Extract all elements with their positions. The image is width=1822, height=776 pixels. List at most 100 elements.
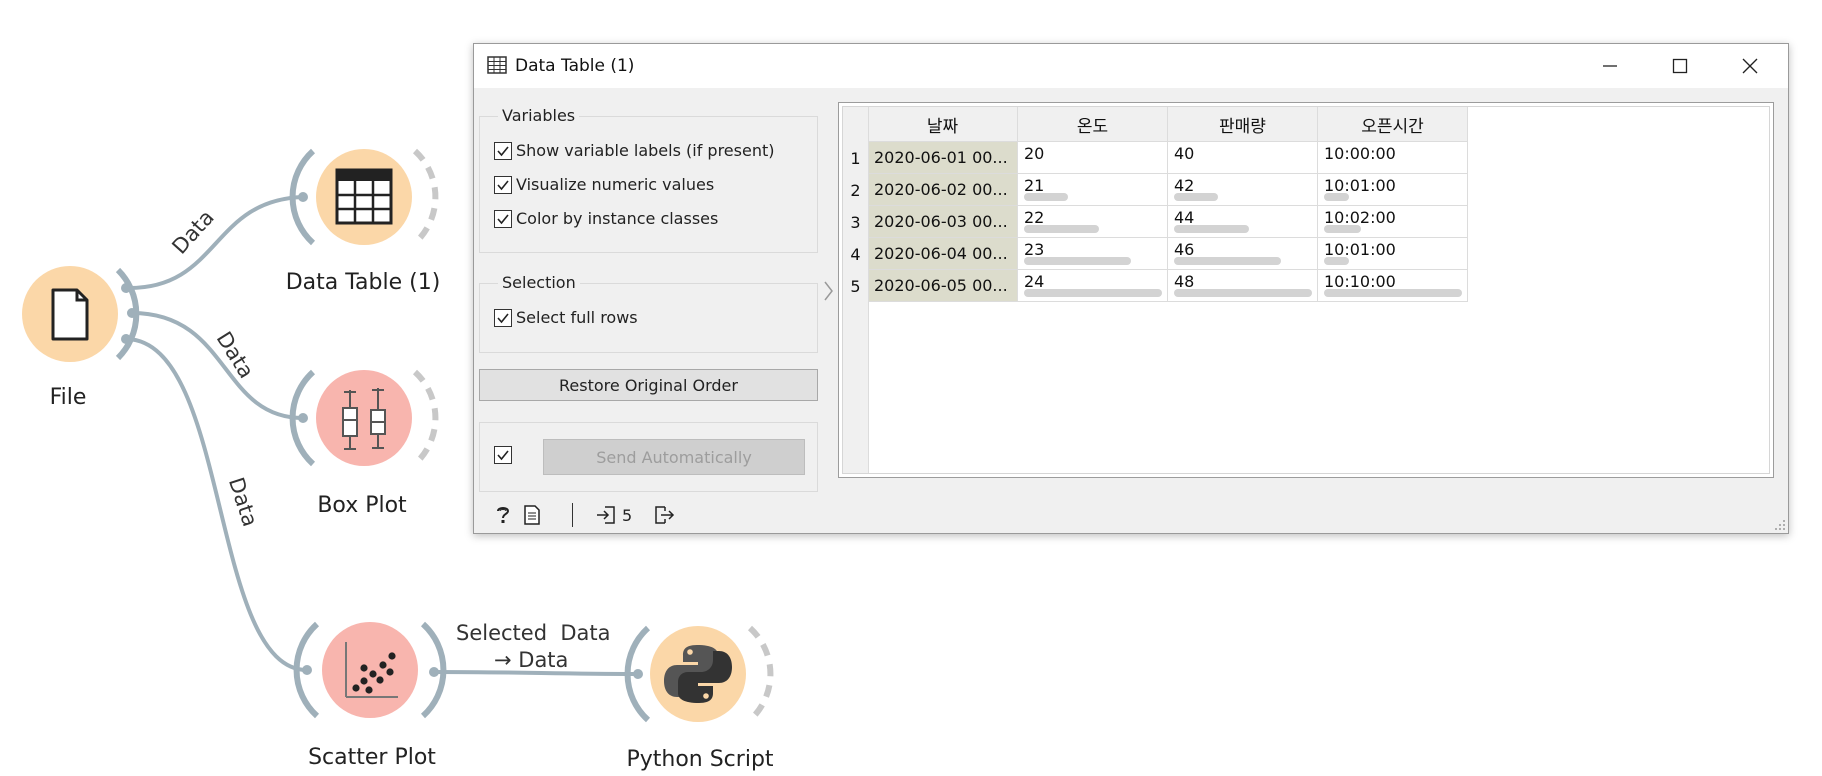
table-cell-temp[interactable]: 22: [1018, 206, 1168, 238]
input-count: 5: [622, 505, 633, 525]
table-cell-date[interactable]: 2020-06-03 00...: [868, 206, 1018, 238]
table-cell-sales[interactable]: 40: [1168, 142, 1318, 174]
checkmark-icon: [497, 312, 509, 323]
box-plot-node[interactable]: [289, 369, 439, 467]
cell-value: 20: [1024, 144, 1045, 163]
table-icon: [335, 168, 393, 225]
show-variable-labels-label: Show variable labels (if present): [516, 141, 775, 160]
minimize-button[interactable]: [1575, 44, 1645, 88]
visualize-numeric-values-label: Visualize numeric values: [516, 175, 715, 194]
send-automatically-button[interactable]: Send Automatically: [543, 439, 805, 475]
data-table-window[interactable]: Data Table (1) Variables Show variable l…: [473, 43, 1789, 534]
scatter-plot-node[interactable]: [293, 621, 447, 719]
table-cell-date[interactable]: 2020-06-04 00...: [868, 238, 1018, 270]
checkmark-icon: [497, 145, 509, 156]
box-plot-node-label: Box Plot: [317, 493, 407, 518]
column-header-temperature[interactable]: 온도: [1018, 107, 1168, 142]
help-button[interactable]: [494, 497, 512, 533]
close-button[interactable]: [1715, 44, 1785, 88]
row-header[interactable]: 1: [843, 142, 868, 174]
row-header[interactable]: 4: [843, 238, 868, 270]
window-titlebar[interactable]: Data Table (1): [474, 44, 1788, 88]
output-icon: [655, 506, 675, 524]
table-cell-date[interactable]: 2020-06-05 00...: [868, 270, 1018, 302]
table-cell-date[interactable]: 2020-06-02 00...: [868, 174, 1018, 206]
value-bar: [1024, 193, 1068, 201]
file-icon: [51, 288, 89, 341]
color-by-instance-classes-label: Color by instance classes: [516, 209, 719, 228]
python-script-node[interactable]: [624, 625, 774, 723]
visualize-numeric-values-checkbox[interactable]: Visualize numeric values: [494, 175, 714, 194]
table-cell-sales[interactable]: 46: [1168, 238, 1318, 270]
help-icon: [497, 507, 510, 523]
value-bar: [1324, 225, 1361, 233]
resize-grip-icon[interactable]: [1774, 519, 1786, 531]
table-cell-temp[interactable]: 20: [1018, 142, 1168, 174]
file-node[interactable]: [22, 266, 140, 362]
value-bar: [1174, 193, 1218, 201]
table-cell-open[interactable]: 10:00:00: [1318, 142, 1468, 174]
report-icon: [524, 505, 540, 525]
checkmark-icon: [497, 179, 509, 190]
cell-value: 40: [1174, 144, 1195, 163]
data-table-node[interactable]: [289, 148, 439, 246]
table-cell-temp[interactable]: 21: [1018, 174, 1168, 206]
checkbox-box[interactable]: [494, 308, 512, 327]
output-summary[interactable]: [654, 497, 676, 533]
color-by-instance-classes-checkbox[interactable]: Color by instance classes: [494, 209, 718, 228]
checkbox-box[interactable]: [494, 209, 512, 228]
value-bar: [1174, 257, 1281, 265]
checkmark-icon: [497, 213, 509, 224]
table-cell-temp[interactable]: 24: [1018, 270, 1168, 302]
data-table-node-label: Data Table (1): [285, 270, 441, 295]
row-header[interactable]: 5: [843, 270, 868, 302]
input-icon: [597, 506, 615, 524]
table-cell-open[interactable]: 10:02:00: [1318, 206, 1468, 238]
row-header-divider: [868, 107, 869, 473]
link-file-to-table: [125, 195, 304, 291]
table-cell-sales[interactable]: 44: [1168, 206, 1318, 238]
send-automatically-checkbox[interactable]: [494, 446, 512, 464]
maximize-icon: [1672, 58, 1688, 74]
table-cell-sales[interactable]: 48: [1168, 270, 1318, 302]
value-bar: [1024, 257, 1131, 265]
table-cell-temp[interactable]: 23: [1018, 238, 1168, 270]
splitter-chevron-icon[interactable]: [822, 280, 834, 302]
show-variable-labels-checkbox[interactable]: Show variable labels (if present): [494, 141, 774, 160]
table-viewport[interactable]: 날짜 온도 판매량 오픈시간 1 2020-06-01 00... 20 40 10:0…: [842, 106, 1770, 474]
table-cell-open[interactable]: 10:01:00: [1318, 174, 1468, 206]
value-bar: [1324, 257, 1349, 265]
checkbox-box[interactable]: [494, 175, 512, 194]
data-table-view[interactable]: 날짜 온도 판매량 오픈시간 1 2020-06-01 00... 20 40 10:0…: [838, 102, 1774, 478]
value-bar: [1324, 289, 1462, 297]
status-bar: 5: [474, 497, 774, 533]
cell-value: 10:00:00: [1324, 144, 1396, 163]
variables-group-title: Variables: [498, 106, 580, 125]
column-header-date[interactable]: 날짜: [868, 107, 1018, 142]
value-bar: [1174, 289, 1312, 297]
input-summary[interactable]: 5: [596, 497, 632, 533]
value-bar: [1024, 289, 1162, 297]
python-script-node-label: Python Script: [626, 747, 774, 772]
row-header[interactable]: 3: [843, 206, 868, 238]
report-button[interactable]: [524, 497, 540, 533]
minimize-icon: [1603, 65, 1617, 67]
select-full-rows-checkbox[interactable]: Select full rows: [494, 308, 638, 327]
table-cell-open[interactable]: 10:01:00: [1318, 238, 1468, 270]
value-bar: [1324, 193, 1349, 201]
maximize-button[interactable]: [1645, 44, 1715, 88]
row-header[interactable]: 2: [843, 174, 868, 206]
scatter-plot-node-label: Scatter Plot: [308, 745, 436, 770]
table-icon: [487, 56, 507, 74]
table-cell-open[interactable]: 10:10:00: [1318, 270, 1468, 302]
close-icon: [1742, 58, 1758, 74]
link-label-scatter-to-python-2: → Data: [494, 648, 569, 672]
table-cell-sales[interactable]: 42: [1168, 174, 1318, 206]
column-header-open-time[interactable]: 오픈시간: [1318, 107, 1468, 142]
table-cell-date[interactable]: 2020-06-01 00...: [868, 142, 1018, 174]
status-separator: [572, 503, 573, 527]
checkbox-box[interactable]: [494, 141, 512, 160]
restore-original-order-button[interactable]: Restore Original Order: [479, 369, 818, 401]
column-header-sales[interactable]: 판매량: [1168, 107, 1318, 142]
value-bar: [1174, 225, 1249, 233]
